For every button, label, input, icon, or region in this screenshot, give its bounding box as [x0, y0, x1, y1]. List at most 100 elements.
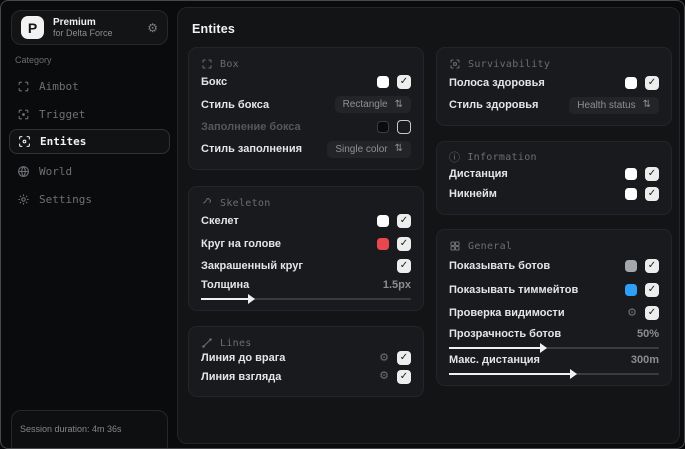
checkbox-checked[interactable]: ✓ — [645, 187, 659, 201]
app-window: P Premium for Delta Force ⚙ Category Aim… — [0, 0, 685, 449]
sidebar-item-settings[interactable]: Settings — [9, 188, 170, 211]
row-label: Бокс — [201, 76, 228, 89]
color-swatch[interactable] — [625, 283, 637, 296]
slider-value: 1.5px — [382, 279, 411, 291]
color-swatch[interactable] — [625, 188, 637, 200]
box-style-row: Стиль бокса Rectangle ⇅ — [201, 95, 411, 115]
lines-card: Lines Линия до врага ⚙ ✓ Линия взгляда ⚙… — [188, 326, 424, 397]
distance-row: Дистанция ✓ — [449, 164, 659, 184]
row-label: Скелет — [201, 215, 239, 228]
checkbox-checked[interactable]: ✓ — [645, 306, 659, 321]
category-label: Category — [15, 55, 52, 65]
visibility-check-row: Проверка видимости ⚙ ✓ — [449, 303, 659, 323]
checkbox-checked[interactable]: ✓ — [397, 258, 411, 273]
box-style-dropdown[interactable]: Rectangle ⇅ — [334, 96, 411, 113]
session-duration-box: Session duration: 4m 36s — [11, 410, 168, 448]
view-line-row: Линия взгляда ⚙ ✓ — [201, 368, 411, 387]
general-card-header: General — [449, 240, 659, 252]
box-card-header: Box — [201, 58, 411, 70]
slider-handle[interactable] — [540, 343, 548, 354]
survivability-card-header: Survivability — [449, 58, 659, 70]
slider-handle[interactable] — [569, 368, 577, 379]
row-label: Заполнение бокса — [201, 120, 301, 133]
row-label: Круг на голове — [201, 237, 282, 250]
general-card: General Показывать ботов ✓ Показывать ти… — [436, 229, 672, 386]
fill-style-dropdown[interactable]: Single color ⇅ — [327, 140, 411, 158]
bot-opacity-slider[interactable] — [449, 343, 659, 354]
sidebar-item-label: Settings — [39, 193, 92, 206]
checkbox-checked[interactable]: ✓ — [397, 236, 411, 251]
filled-circle-row: Закрашенный круг ✓ — [201, 256, 411, 276]
row-label: Толщина — [201, 279, 250, 291]
grid-icon — [450, 241, 460, 251]
checkbox-checked[interactable]: ✓ — [397, 75, 411, 90]
health-bar-row: Полоса здоровья ✓ — [449, 73, 659, 93]
fill-style-row: Стиль заполнения Single color ⇅ — [201, 139, 411, 159]
box-card: Box Бокс ✓ Стиль бокса Rectangle ⇅ Запол… — [188, 47, 424, 170]
checkbox-checked[interactable]: ✓ — [645, 258, 659, 273]
checkbox-checked[interactable]: ✓ — [397, 351, 411, 366]
checkbox-unchecked[interactable] — [397, 119, 411, 134]
row-label: Показывать ботов — [449, 259, 551, 272]
row-label: Проверка видимости — [449, 307, 565, 320]
line-icon — [202, 338, 212, 348]
sidebar-item-aimbot[interactable]: Aimbot — [9, 75, 170, 98]
health-style-row: Стиль здоровья Health status ⇅ — [449, 95, 659, 115]
skeleton-card-header: Skeleton — [201, 197, 411, 209]
gear-icon[interactable]: ⚙ — [627, 307, 637, 319]
box-fill-row: Заполнение бокса — [201, 117, 411, 137]
skeleton-enable-row: Скелет ✓ — [201, 211, 411, 231]
sidebar-item-trigget[interactable]: Trigget — [9, 103, 170, 126]
thickness-slider-group: Толщина 1.5px — [201, 278, 411, 304]
color-swatch[interactable] — [625, 259, 637, 272]
row-label: Дистанция — [449, 167, 508, 180]
main-panel: Entites Box Бокс ✓ Стиль бокса Rectangle — [177, 7, 680, 444]
information-card-header: ⓘ Information — [449, 151, 537, 164]
color-swatch[interactable] — [377, 237, 389, 250]
max-distance-slider[interactable] — [449, 368, 659, 379]
lines-card-header: Lines — [201, 337, 411, 349]
color-swatch[interactable] — [377, 120, 389, 133]
row-label: Линия взгляда — [201, 370, 282, 383]
show-bots-row: Показывать ботов ✓ — [449, 256, 659, 276]
slider-value: 300m — [630, 353, 659, 366]
checkbox-checked[interactable]: ✓ — [645, 166, 659, 181]
checkbox-checked[interactable]: ✓ — [397, 214, 411, 229]
sidebar-item-label: Trigget — [39, 108, 86, 121]
gear-icon[interactable]: ⚙ — [147, 22, 158, 34]
checkbox-checked[interactable]: ✓ — [645, 75, 659, 90]
scan-box-icon — [202, 59, 212, 69]
show-teammates-row: Показывать тиммейтов ✓ — [449, 280, 659, 300]
color-swatch[interactable] — [377, 215, 389, 228]
scan-heart-icon — [450, 59, 460, 69]
checkbox-checked[interactable]: ✓ — [645, 282, 659, 297]
sidebar-item-label: World — [39, 165, 73, 178]
globe-icon — [18, 166, 29, 177]
color-swatch[interactable] — [377, 76, 389, 89]
color-swatch[interactable] — [625, 167, 637, 180]
app-subtitle: for Delta Force — [53, 28, 113, 39]
crosshair-corners-icon — [18, 81, 29, 92]
gear-icon[interactable]: ⚙ — [379, 371, 389, 382]
info-icon: ⓘ — [449, 151, 461, 164]
slider-handle[interactable] — [248, 294, 256, 304]
color-swatch[interactable] — [625, 76, 637, 89]
gear-icon[interactable]: ⚙ — [379, 352, 389, 364]
row-label: Стиль здоровья — [449, 99, 539, 111]
health-style-dropdown[interactable]: Health status ⇅ — [569, 96, 659, 114]
app-logo: P — [21, 16, 44, 39]
thickness-slider[interactable] — [201, 294, 411, 304]
row-label: Показывать тиммейтов — [449, 283, 579, 296]
sidebar-item-world[interactable]: World — [9, 160, 170, 183]
chevron-up-down-icon: ⇅ — [394, 98, 403, 110]
app-title: Premium — [53, 16, 96, 28]
survivability-card: Survivability Полоса здоровья ✓ Стиль зд… — [436, 47, 672, 126]
checkbox-checked[interactable]: ✓ — [397, 369, 411, 384]
sidebar-item-entites[interactable]: Entites — [9, 129, 170, 154]
sidebar-item-label: Aimbot — [39, 80, 79, 93]
bone-icon — [203, 197, 211, 204]
chevron-up-down-icon: ⇅ — [642, 99, 651, 110]
chevron-up-down-icon: ⇅ — [394, 143, 403, 154]
sidebar-item-label: Entites — [40, 135, 87, 148]
page-title: Entites — [192, 22, 236, 36]
